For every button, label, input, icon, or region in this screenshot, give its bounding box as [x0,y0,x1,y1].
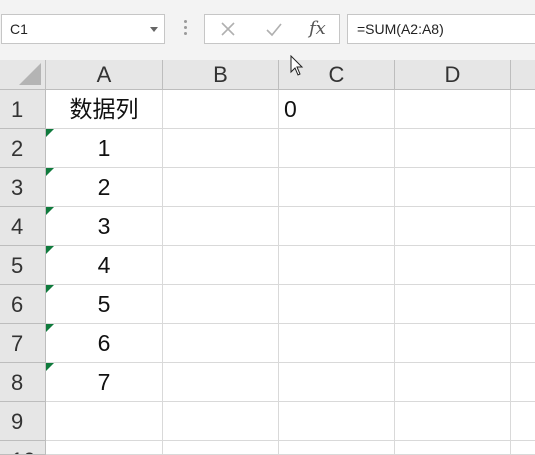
cell-a7[interactable]: 6 [46,324,163,363]
number-stored-as-text-indicator-icon[interactable] [46,285,54,293]
cell-a10[interactable] [46,441,163,455]
number-stored-as-text-indicator-icon[interactable] [46,129,54,137]
cell-e2[interactable] [511,129,535,168]
formula-bar-grip-icon[interactable] [184,20,187,38]
formula-buttons: fx [204,14,340,44]
worksheet-grid: A B C D 1 2 3 4 5 6 7 8 9 10 数据列01234567 [0,55,535,455]
row-header-3[interactable]: 3 [0,168,46,207]
cell-value: 3 [97,213,111,239]
confirm-entry-button[interactable] [258,15,288,43]
cell-c8[interactable] [279,363,395,402]
cell-c4[interactable] [279,207,395,246]
column-header-b[interactable]: B [163,60,279,90]
cell-c5[interactable] [279,246,395,285]
row-header-1[interactable]: 1 [0,90,46,129]
cell-c7[interactable] [279,324,395,363]
cell-a6[interactable]: 5 [46,285,163,324]
cell-d8[interactable] [395,363,511,402]
cancel-x-icon [221,22,235,36]
cell-e3[interactable] [511,168,535,207]
cell-c9[interactable] [279,402,395,441]
cell-value: 5 [97,291,111,317]
row-header-5[interactable]: 5 [0,246,46,285]
cell-value: 6 [97,330,111,356]
checkmark-icon [266,23,282,37]
cell-a8[interactable]: 7 [46,363,163,402]
cell-a5[interactable]: 4 [46,246,163,285]
cell-value: 2 [97,174,111,200]
cell-a4[interactable]: 3 [46,207,163,246]
name-box-value: C1 [10,21,28,37]
cell-b7[interactable] [163,324,279,363]
cell-d9[interactable] [395,402,511,441]
cell-d10[interactable] [395,441,511,455]
cell-d6[interactable] [395,285,511,324]
column-header-e[interactable] [511,60,535,90]
formula-text: =SUM(A2:A8) [357,21,444,37]
cell-d3[interactable] [395,168,511,207]
row-header-9[interactable]: 9 [0,402,46,441]
formula-input[interactable]: =SUM(A2:A8) [347,14,535,44]
cell-d2[interactable] [395,129,511,168]
number-stored-as-text-indicator-icon[interactable] [46,246,54,254]
cell-b9[interactable] [163,402,279,441]
cell-e10[interactable] [511,441,535,455]
insert-function-button[interactable]: fx [309,18,326,39]
cell-b10[interactable] [163,441,279,455]
row-header-10[interactable]: 10 [0,441,46,455]
number-stored-as-text-indicator-icon[interactable] [46,363,54,371]
number-stored-as-text-indicator-icon[interactable] [46,168,54,176]
row-header-7[interactable]: 7 [0,324,46,363]
cell-d1[interactable] [395,90,511,129]
mouse-cursor-icon [290,55,304,76]
cell-d4[interactable] [395,207,511,246]
select-all-button[interactable] [0,60,46,90]
row-header-4[interactable]: 4 [0,207,46,246]
cell-e6[interactable] [511,285,535,324]
cell-b2[interactable] [163,129,279,168]
formula-bar-area: C1 fx =SUM(A2:A8) [0,0,535,60]
number-stored-as-text-indicator-icon[interactable] [46,324,54,332]
cell-a1[interactable]: 数据列 [46,90,163,129]
cell-e9[interactable] [511,402,535,441]
cell-e4[interactable] [511,207,535,246]
cell-b5[interactable] [163,246,279,285]
column-header-d[interactable]: D [395,60,511,90]
cell-c3[interactable] [279,168,395,207]
cell-e1[interactable] [511,90,535,129]
cell-value: 7 [97,369,111,395]
name-box-dropdown-icon[interactable] [150,27,158,32]
cell-d5[interactable] [395,246,511,285]
cell-c1[interactable]: 0 [279,90,395,129]
cell-e5[interactable] [511,246,535,285]
cell-a3[interactable]: 2 [46,168,163,207]
cell-c10[interactable] [279,441,395,455]
cell-e7[interactable] [511,324,535,363]
cell-b3[interactable] [163,168,279,207]
cell-a2[interactable]: 1 [46,129,163,168]
name-box[interactable]: C1 [1,14,165,44]
cell-b4[interactable] [163,207,279,246]
number-stored-as-text-indicator-icon[interactable] [46,207,54,215]
cancel-entry-button[interactable] [213,15,243,43]
cell-e8[interactable] [511,363,535,402]
cell-c6[interactable] [279,285,395,324]
cell-b8[interactable] [163,363,279,402]
cell-a9[interactable] [46,402,163,441]
cell-d7[interactable] [395,324,511,363]
cell-b6[interactable] [163,285,279,324]
cell-b1[interactable] [163,90,279,129]
row-header-2[interactable]: 2 [0,129,46,168]
row-header-8[interactable]: 8 [0,363,46,402]
cell-value: 4 [97,252,111,278]
cell-c2[interactable] [279,129,395,168]
row-header-6[interactable]: 6 [0,285,46,324]
column-header-a[interactable]: A [46,60,163,90]
select-all-triangle-icon [19,63,41,85]
cell-value: 1 [97,135,111,161]
